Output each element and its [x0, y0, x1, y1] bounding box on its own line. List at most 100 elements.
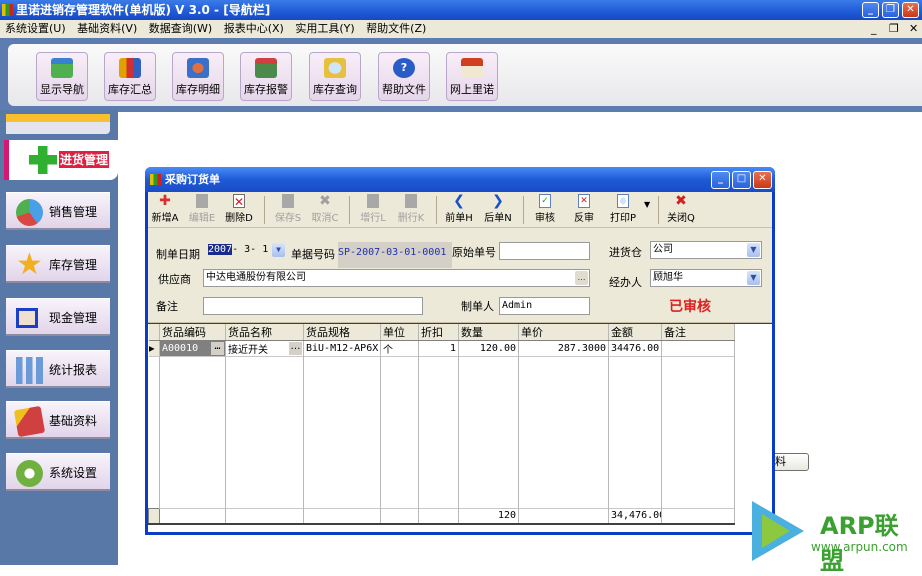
table-row[interactable]: ▶ A00010… 接近开关… BiU-M12-AP6X-H 个 1 120.0… — [148, 340, 735, 357]
chevron-down-icon[interactable]: ▼ — [747, 243, 760, 257]
purchase-order-window: 采购订货单 _ □ ✕ ✚ 新增A 编辑E ✕ 删除D 保存S ✖ 取消C 增行L 删… — [145, 167, 775, 535]
cell-discount[interactable]: 1 — [418, 340, 459, 357]
sidebar-item-inventory[interactable]: ★ 库存管理 — [6, 245, 110, 283]
cell-unit[interactable]: 个 — [380, 340, 419, 357]
remark-input[interactable] — [203, 297, 423, 315]
cell-price[interactable]: 287.3000 — [518, 340, 609, 357]
stock-detail-button[interactable]: 库存明细 — [172, 52, 224, 101]
print-dropdown-icon[interactable]: ▼ — [644, 200, 650, 209]
sidebar-item-purchase[interactable]: 进货管理 — [4, 140, 118, 180]
col-header-price[interactable]: 单价 — [518, 324, 609, 341]
col-header-qty[interactable]: 数量 — [458, 324, 519, 341]
row-indicator-header — [148, 324, 160, 341]
menu-help[interactable]: 帮助文件(Z) — [366, 22, 426, 35]
bar-chart-icon — [119, 58, 141, 78]
col-header-remark[interactable]: 备注 — [661, 324, 735, 341]
date-picker[interactable]: 2007- 3- 1 ▼ — [206, 242, 286, 260]
delete-button[interactable]: ✕ 删除D — [222, 194, 256, 224]
sidebar-item-basic-data[interactable]: 基础资料 — [6, 401, 110, 439]
ellipsis-icon[interactable]: … — [575, 271, 588, 285]
cell-code[interactable]: A00010… — [159, 340, 226, 357]
status-badge: 已审核 — [669, 299, 711, 315]
toolbar-separator — [349, 196, 350, 224]
background-button[interactable]: 料 — [770, 453, 809, 471]
save-button[interactable]: 保存S — [271, 194, 305, 224]
sidebar-item-reports[interactable]: 统计报表 — [6, 350, 110, 388]
mdi-minimize-icon[interactable]: _ — [871, 20, 877, 38]
print-button[interactable]: 打印P — [606, 194, 640, 224]
supplier-label: 供应商 — [158, 273, 191, 286]
remark-label: 备注 — [156, 300, 178, 313]
orig-no-input[interactable] — [499, 242, 590, 260]
add-row-button[interactable]: 增行L — [356, 194, 390, 224]
maker-label: 制单人 — [461, 300, 494, 313]
menu-tools[interactable]: 实用工具(Y) — [295, 22, 354, 35]
stock-summary-button[interactable]: 库存汇总 — [104, 52, 156, 101]
ellipsis-icon[interactable]: … — [211, 342, 224, 355]
prev-doc-button[interactable]: ❮ 前单H — [442, 194, 476, 224]
brush-icon — [13, 405, 46, 438]
minimize-button[interactable]: _ — [862, 2, 879, 18]
col-header-unit[interactable]: 单位 — [380, 324, 419, 341]
menu-report-center[interactable]: 报表中心(X) — [224, 22, 284, 35]
add-button[interactable]: ✚ 新增A — [148, 194, 182, 224]
star-icon: ★ — [16, 247, 43, 282]
unapprove-doc-icon: ✕ — [578, 194, 590, 208]
cash-icon — [16, 308, 38, 328]
chevron-down-icon[interactable]: ▼ — [272, 243, 285, 257]
save-icon — [282, 194, 294, 208]
dialog-title-bar: 采购订货单 _ □ ✕ — [145, 167, 775, 192]
mdi-close-icon[interactable]: ✕ — [909, 20, 918, 38]
menu-system-settings[interactable]: 系统设置(U) — [5, 22, 66, 35]
sidebar-top-tab — [6, 114, 110, 134]
add-row-icon — [367, 194, 379, 208]
sidebar-item-sales[interactable]: 销售管理 — [6, 192, 110, 230]
edit-icon — [196, 194, 208, 208]
menu-basic-data[interactable]: 基础资料(V) — [77, 22, 137, 35]
cell-name[interactable]: 接近开关… — [225, 340, 304, 357]
stock-alert-button[interactable]: 库存报警 — [240, 52, 292, 101]
cell-spec[interactable]: BiU-M12-AP6X-H — [303, 340, 381, 357]
close-button[interactable]: ✕ — [902, 2, 919, 18]
dialog-close-button[interactable]: ✕ — [753, 171, 772, 189]
online-lino-button[interactable]: 网上里诺 — [446, 52, 498, 101]
dialog-maximize-button[interactable]: □ — [732, 171, 751, 189]
cell-remark[interactable] — [661, 340, 735, 357]
col-header-discount[interactable]: 折扣 — [418, 324, 459, 341]
help-file-button[interactable]: ? 帮助文件 — [378, 52, 430, 101]
sidebar-item-cash[interactable]: 现金管理 — [6, 298, 110, 336]
restore-button[interactable]: ❐ — [882, 2, 899, 18]
close-doc-button[interactable]: ✖ 关闭Q — [664, 194, 698, 224]
approve-button[interactable]: ✓ 审核 — [528, 194, 562, 224]
empty-grid-area — [148, 356, 735, 509]
maker-input[interactable]: Admin — [499, 297, 590, 315]
cell-qty[interactable]: 120.00 — [458, 340, 519, 357]
col-header-spec[interactable]: 货品规格 — [303, 324, 381, 341]
menu-data-query[interactable]: 数据查询(W) — [149, 22, 212, 35]
delete-row-button[interactable]: 删行K — [394, 194, 428, 224]
handler-select[interactable]: 顾旭华 ▼ — [650, 269, 762, 287]
col-header-code[interactable]: 货品编码 — [159, 324, 226, 341]
show-nav-button[interactable]: 显示导航 — [36, 52, 88, 101]
print-preview-icon — [617, 194, 629, 208]
edit-button[interactable]: 编辑E — [185, 194, 219, 224]
next-doc-button[interactable]: ❯ 后单N — [481, 194, 515, 224]
app-title-bar: 里诺进销存管理软件(单机版) V 3.0 - [导航栏] _ ❐ ✕ — [0, 0, 922, 20]
mdi-restore-icon[interactable]: ❐ — [889, 20, 899, 38]
stock-query-button[interactable]: 库存查询 — [309, 52, 361, 101]
cell-amount[interactable]: 34476.00 — [608, 340, 662, 357]
toolbar-separator — [264, 196, 265, 224]
unapprove-button[interactable]: ✕ 反审 — [567, 194, 601, 224]
delete-row-icon — [405, 194, 417, 208]
chevron-down-icon[interactable]: ▼ — [747, 271, 760, 285]
col-header-amount[interactable]: 金额 — [608, 324, 662, 341]
warehouse-select[interactable]: 公司 ▼ — [650, 241, 762, 259]
chevron-left-icon: ❮ — [453, 193, 465, 209]
col-header-name[interactable]: 货品名称 — [225, 324, 304, 341]
approve-doc-icon: ✓ — [539, 194, 551, 208]
dialog-minimize-button[interactable]: _ — [711, 171, 730, 189]
ellipsis-icon[interactable]: … — [289, 342, 302, 355]
sidebar-item-settings[interactable]: 系统设置 — [6, 453, 110, 491]
supplier-input[interactable]: 中达电通股份有限公司… — [203, 269, 590, 287]
cancel-button[interactable]: ✖ 取消C — [308, 194, 342, 224]
